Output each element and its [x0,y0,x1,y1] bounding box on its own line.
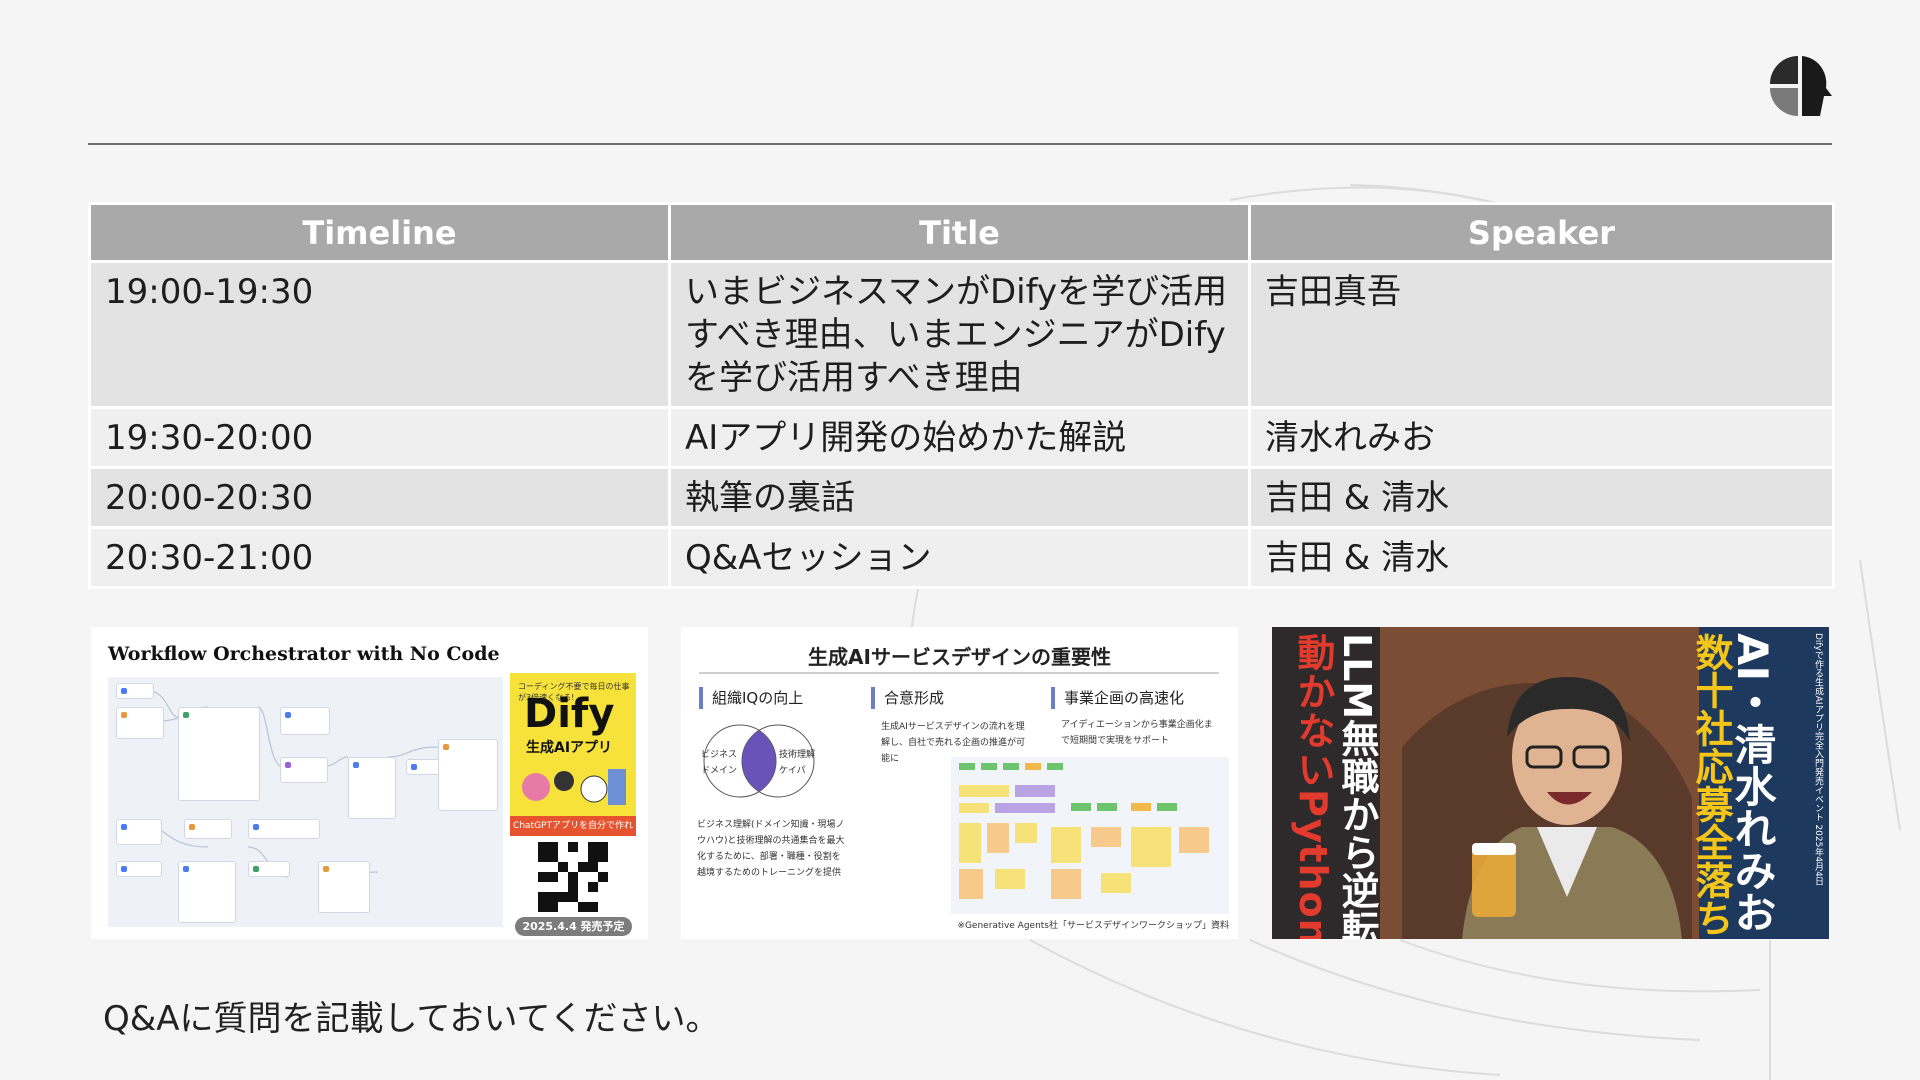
column-header-title: Title [668,202,1251,263]
cell-speaker: 吉田真吾 [1248,260,1835,409]
venn-label-business: ビジネス ドメイン [701,750,738,776]
workflow-node [178,861,236,923]
qr-code-icon [538,842,608,912]
book-band: ChatGPTアプリを自分で作れる! [510,816,636,851]
book-illustration-icon [522,769,626,805]
thumbnail-yellow-caption: 数十社応募全落ち [1689,633,1733,937]
workflow-node [280,757,328,783]
heading-org-iq: 組織IQの向上 [699,687,803,709]
cell-title: Q&Aセッション [668,526,1251,589]
release-date-badge: 2025.4.4 発売予定 [515,917,632,936]
workflow-node [116,861,162,877]
workflow-slide-title: Workflow Orchestrator with No Code [108,643,500,665]
workflow-node [116,707,164,739]
service-footnote: ※Generative Agents社「サービスデザインワークショップ」資料 [957,921,1229,931]
book-brand: Dify [524,691,615,737]
workflow-node [116,683,154,699]
workflow-node [248,819,320,839]
book-subtitle: 生成AIアプリ [526,740,613,756]
workflow-node [438,739,498,811]
header-divider [88,143,1832,145]
speaker-photo [1462,677,1682,939]
talk-thumbnail: 動かないPython... LLM無職から逆転 AI・清水れみお 数十社応募全落… [1272,627,1829,939]
service-title-divider [699,672,1219,674]
cell-title: AIアプリ開発の始めかた解説 [668,406,1251,469]
workflow-canvas [108,677,503,927]
cell-time: 19:00-19:30 [88,260,671,409]
cell-speaker: 清水れみお [1248,406,1835,469]
book-workflow-thumbnail: Workflow Orchestrator with No Code コーディン… [91,627,648,939]
brand-logo-icon [1770,56,1832,116]
qa-instruction: Q&Aに質問を記載しておいてください。 [103,999,720,1039]
process-board-notes [959,763,1209,899]
workflow-node [280,707,330,735]
heading-planning-speed: 事業企画の高速化 [1051,687,1184,709]
cell-title: 執筆の裏話 [668,466,1251,529]
org-iq-description: ビジネス理解(ドメイン知識・現場ノウハウ)と技術理解の共通集合を最大化するために… [697,820,845,878]
planning-description: アイディエーションから事業企画化まで短期間で実現をサポート [1061,720,1213,746]
table-row: 19:00-19:30 いまビジネスマンがDifyを学び活用すべき理由、いまエン… [88,260,1835,409]
process-board [951,757,1229,914]
workflow-node [178,707,260,801]
heading-consensus: 合意形成 [871,687,944,709]
book-cover: コーディング不要で毎日の仕事が3倍速くなる! Dify 生成AIアプリ Chat… [510,673,636,851]
cell-title: いまビジネスマンがDifyを学び活用すべき理由、いまエンジニアがDifyを学び活… [668,260,1251,409]
table-row: 20:30-21:00 Q&Aセッション 吉田 & 清水 [88,526,1835,589]
table-row: 20:00-20:30 執筆の裏話 吉田 & 清水 [88,466,1835,529]
cell-speaker: 吉田 & 清水 [1248,466,1835,529]
agenda-header-row: Timeline Title Speaker [88,202,1835,263]
column-header-speaker: Speaker [1248,202,1835,263]
workflow-node [248,861,290,877]
service-slide-title: 生成AIサービスデザインの重要性 [808,645,1111,669]
venn-label-technology: 技術理解 ケイパ [779,750,816,776]
cell-time: 20:30-21:00 [88,526,671,589]
cell-time: 20:00-20:30 [88,466,671,529]
cell-time: 19:30-20:00 [88,406,671,469]
column-header-timeline: Timeline [88,202,671,263]
cell-speaker: 吉田 & 清水 [1248,526,1835,589]
workflow-node [184,819,232,839]
agenda-table: Timeline Title Speaker 19:00-19:30 いまビジネ… [88,202,1835,589]
workflow-node [348,757,396,819]
workflow-node [318,861,370,913]
thumbnail-white-caption: LLM無職から逆転 [1335,633,1379,939]
thumbnail-event-caption: Difyで作る生成AIアプリ完全入門発売イベント 2025年4月4日 [1813,633,1823,886]
workflow-node [116,819,162,845]
table-row: 19:30-20:00 AIアプリ開発の始めかた解説 清水れみお [88,406,1835,469]
service-design-thumbnail: 生成AIサービスデザインの重要性 組織IQの向上 合意形成 事業企画の高速化 ビ… [681,627,1238,939]
